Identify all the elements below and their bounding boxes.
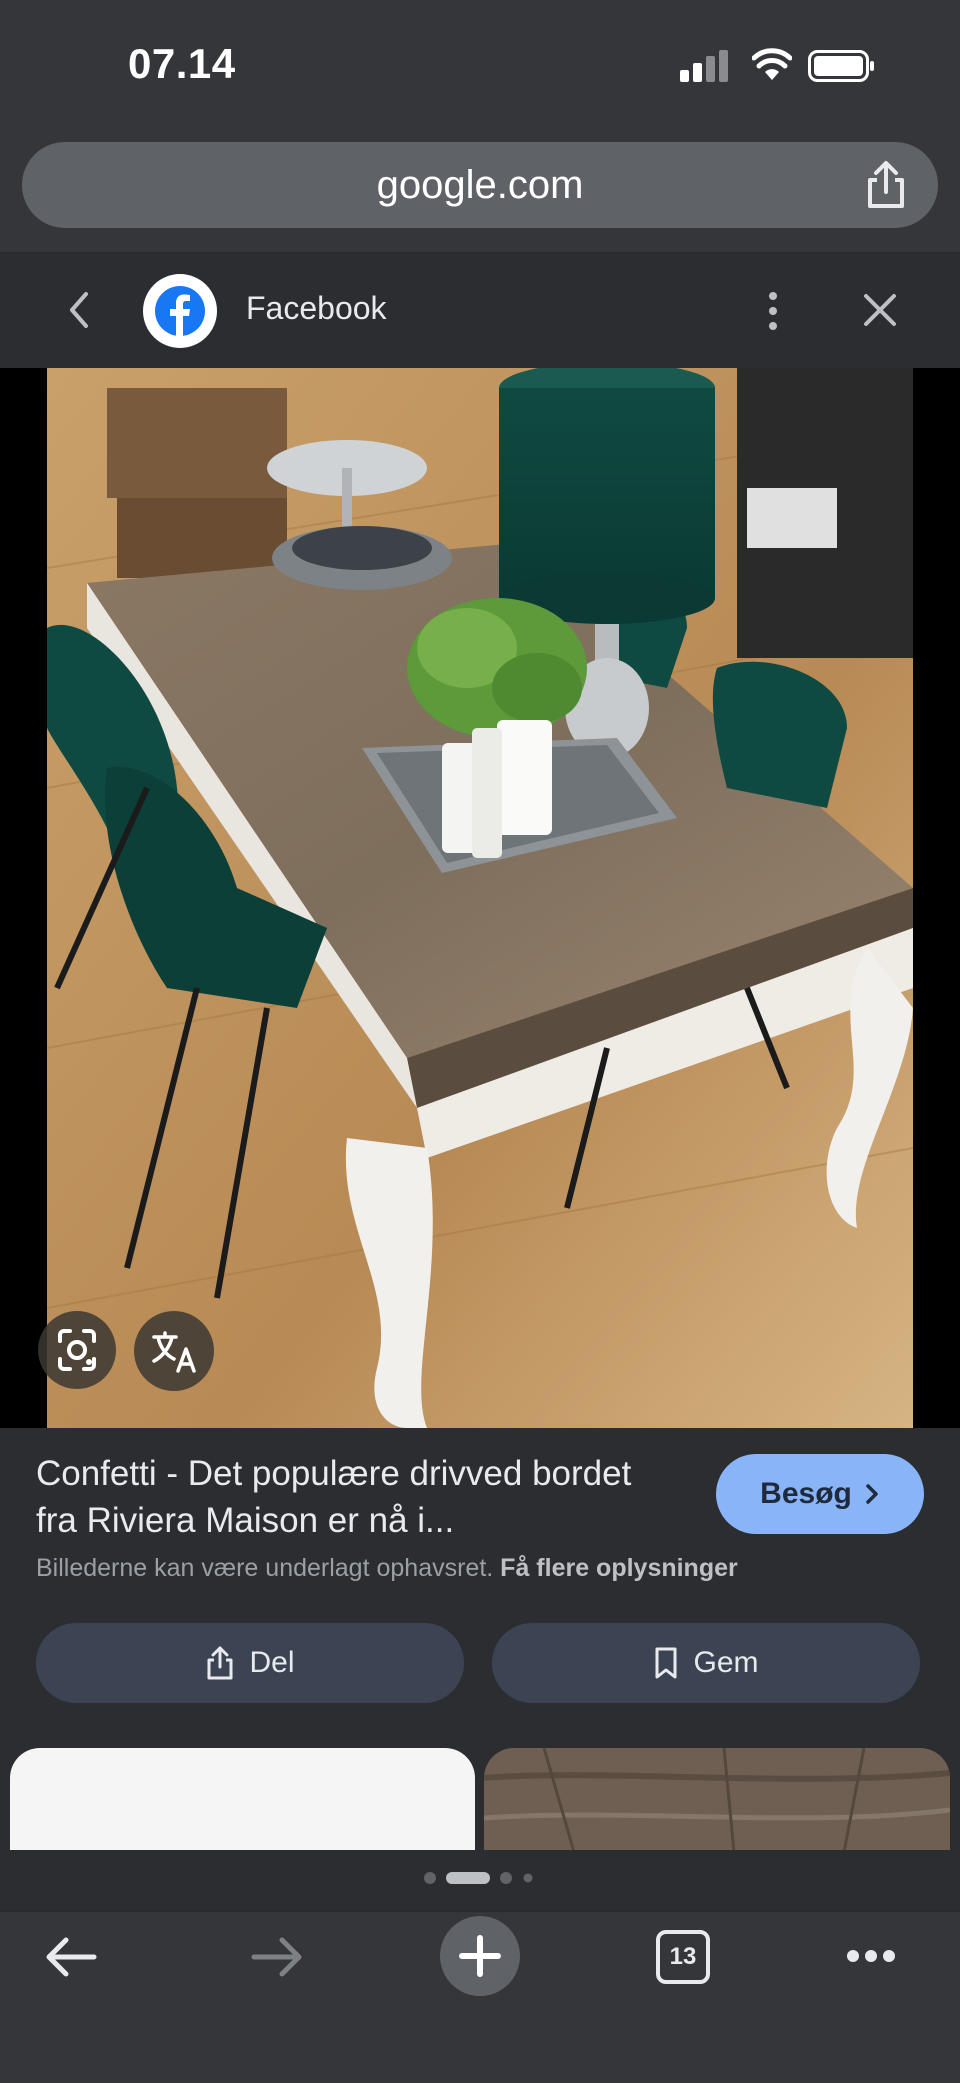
result-title[interactable]: Confetti - Det populære drivved bordet f…	[36, 1450, 676, 1544]
translate-button[interactable]	[134, 1311, 214, 1391]
signal-icon	[680, 50, 728, 82]
share-icon	[207, 1646, 233, 1680]
related-thumbnail-image	[484, 1748, 950, 1852]
translate-icon	[152, 1331, 196, 1373]
more-horiz-icon[interactable]	[846, 1946, 896, 1966]
related-thumbnail[interactable]	[484, 1748, 950, 1852]
chevron-right-icon	[866, 1484, 878, 1504]
lens-button[interactable]	[38, 1311, 116, 1389]
new-tab-button[interactable]	[440, 1916, 520, 1996]
back-arrow-icon[interactable]	[42, 1932, 102, 1982]
source-site-name[interactable]: Facebook	[246, 290, 387, 327]
share-button[interactable]: Del	[36, 1623, 464, 1703]
lens-icon	[58, 1329, 96, 1371]
copyright-text: Billederne kan være underlagt ophavsret.	[36, 1554, 494, 1582]
url-text[interactable]: google.com	[0, 142, 960, 228]
visit-button[interactable]: Besøg	[716, 1454, 924, 1534]
related-thumbnail[interactable]	[10, 1748, 475, 1852]
back-chevron-icon[interactable]	[62, 290, 96, 330]
wifi-icon	[752, 48, 792, 80]
forward-arrow-icon[interactable]	[246, 1932, 306, 1982]
close-icon[interactable]	[862, 292, 898, 328]
facebook-logo-icon	[143, 274, 217, 348]
new-tab-icon	[459, 1935, 501, 1977]
more-vert-icon[interactable]	[760, 288, 786, 334]
visit-button-label: Besøg	[760, 1477, 852, 1510]
status-time: 07.14	[128, 40, 236, 87]
share-icon[interactable]	[862, 160, 910, 210]
bookmark-icon	[655, 1647, 677, 1679]
battery-icon	[808, 50, 874, 82]
tabs-icon[interactable]: 13	[656, 1930, 710, 1984]
copyright-notice: Billederne kan være underlagt ophavsret.…	[36, 1554, 738, 1583]
save-button-label: Gem	[693, 1646, 759, 1679]
more-info-link[interactable]: Få flere oplysninger	[500, 1554, 738, 1582]
carousel-dots	[424, 1872, 533, 1884]
result-photo[interactable]	[47, 368, 913, 1428]
save-button[interactable]: Gem	[492, 1623, 920, 1703]
share-button-label: Del	[249, 1646, 295, 1679]
